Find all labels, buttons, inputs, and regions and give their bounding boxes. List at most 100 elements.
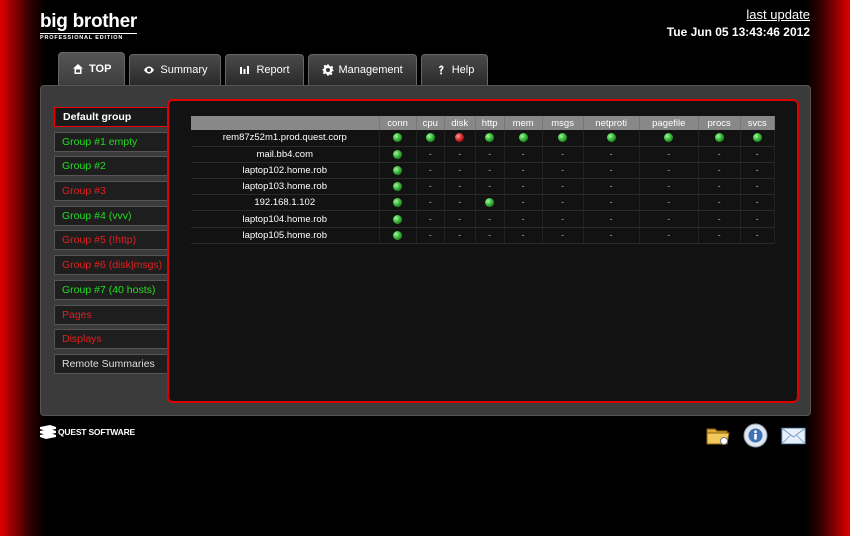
- group-item-4[interactable]: Group #4 (vvv): [54, 205, 169, 226]
- folder-icon[interactable]: [705, 423, 730, 448]
- status-green-icon[interactable]: [393, 165, 403, 175]
- status-cell[interactable]: [475, 130, 505, 147]
- no-data-marker: -: [755, 181, 759, 192]
- status-green-icon[interactable]: [752, 133, 762, 143]
- column-header[interactable]: msgs: [542, 116, 584, 130]
- no-data-marker: -: [521, 148, 525, 159]
- status-cell[interactable]: [639, 130, 699, 147]
- status-green-icon[interactable]: [393, 182, 403, 192]
- status-cell[interactable]: [444, 130, 476, 147]
- status-cell[interactable]: [583, 130, 640, 147]
- status-cell[interactable]: [379, 130, 417, 147]
- tab-label: Summary: [160, 64, 208, 76]
- status-cell[interactable]: [416, 130, 445, 147]
- status-cell[interactable]: [379, 178, 417, 196]
- group-item-5[interactable]: Group #5 (!http): [54, 230, 169, 251]
- status-cell: -: [504, 194, 543, 212]
- status-red-icon[interactable]: [455, 133, 465, 143]
- column-header[interactable]: cpu: [416, 116, 445, 130]
- mail-icon[interactable]: [781, 423, 806, 448]
- status-cell[interactable]: [379, 227, 417, 244]
- status-cell: -: [639, 162, 699, 180]
- host-name[interactable]: laptop103.home.rob: [191, 178, 380, 196]
- column-header[interactable]: svcs: [740, 116, 775, 130]
- no-data-marker: -: [488, 181, 492, 192]
- group-item-displays[interactable]: Displays: [54, 329, 169, 350]
- status-green-icon[interactable]: [393, 214, 403, 224]
- group-item-6[interactable]: Group #6 (disk|msgs): [54, 255, 169, 276]
- status-cell[interactable]: [740, 130, 775, 147]
- group-item-7[interactable]: Group #7 (40 hosts): [54, 279, 169, 300]
- group-item-default[interactable]: Default group: [54, 107, 169, 127]
- status-cell[interactable]: [542, 130, 584, 147]
- status-green-icon[interactable]: [393, 149, 403, 159]
- tab-report[interactable]: Report: [225, 54, 304, 85]
- status-cell[interactable]: [379, 146, 417, 163]
- tab-help[interactable]: Help: [420, 54, 489, 85]
- status-green-icon[interactable]: [485, 198, 495, 208]
- status-green-icon[interactable]: [558, 133, 568, 143]
- status-cell[interactable]: [698, 130, 741, 147]
- tab-summary[interactable]: Summary: [129, 54, 222, 85]
- no-data-marker: -: [521, 181, 525, 192]
- status-cell[interactable]: [504, 130, 543, 147]
- column-header[interactable]: disk: [444, 116, 476, 130]
- status-cell[interactable]: [475, 194, 505, 212]
- status-cell: -: [740, 146, 775, 163]
- status-green-icon[interactable]: [393, 133, 403, 143]
- table-row: mail.bb4.com - - - - - - - - -: [191, 146, 775, 163]
- status-green-icon[interactable]: [606, 133, 616, 143]
- column-header[interactable]: pagefile: [639, 116, 699, 130]
- host-name[interactable]: 192.168.1.102: [191, 194, 380, 212]
- tab-top[interactable]: TOP: [58, 52, 126, 85]
- table-row: laptop102.home.rob - - - - - - - - -: [191, 162, 775, 180]
- host-name[interactable]: laptop102.home.rob: [191, 162, 380, 180]
- status-green-icon[interactable]: [664, 133, 674, 143]
- host-name[interactable]: mail.bb4.com: [191, 146, 380, 163]
- status-cell[interactable]: [379, 162, 417, 180]
- status-cell[interactable]: [379, 210, 417, 228]
- column-header[interactable]: conn: [379, 116, 417, 130]
- status-green-icon[interactable]: [485, 133, 495, 143]
- status-green-icon[interactable]: [393, 198, 403, 208]
- column-header[interactable]: netproti: [583, 116, 640, 130]
- status-green-icon[interactable]: [425, 133, 435, 143]
- no-data-marker: -: [521, 229, 525, 240]
- host-name[interactable]: laptop104.home.rob: [191, 210, 380, 228]
- question-icon: [438, 65, 444, 75]
- status-green-icon[interactable]: [518, 133, 528, 143]
- info-icon[interactable]: [743, 423, 768, 448]
- last-update-link[interactable]: last update: [667, 7, 810, 23]
- brand-logo: big brother PROFESSIONAL EDITION: [40, 12, 137, 41]
- status-cell: -: [542, 162, 584, 180]
- no-data-marker: -: [717, 229, 721, 240]
- status-green-icon[interactable]: [393, 230, 403, 240]
- quest-logo-text: QUEST SOFTWARE: [58, 426, 136, 437]
- status-cell: -: [583, 146, 640, 163]
- status-cell: -: [583, 194, 640, 212]
- no-data-marker: -: [609, 181, 613, 192]
- column-header[interactable]: mem: [504, 116, 543, 130]
- group-item-3[interactable]: Group #3: [54, 181, 169, 202]
- host-name[interactable]: laptop105.home.rob: [191, 227, 380, 244]
- last-update-time: Tue Jun 05 13:43:46 2012: [666, 25, 810, 39]
- table-row: laptop104.home.rob - - - - - - - - -: [191, 210, 775, 228]
- column-header[interactable]: procs: [698, 116, 741, 130]
- host-name[interactable]: rem87z52m1.prod.quest.corp: [191, 130, 380, 147]
- status-cell: -: [639, 178, 699, 196]
- status-cell: -: [416, 162, 445, 180]
- status-green-icon[interactable]: [714, 133, 724, 143]
- footer-icons: [705, 423, 806, 448]
- no-data-marker: -: [717, 181, 721, 192]
- status-cell: -: [416, 178, 445, 196]
- status-cell: -: [583, 210, 640, 228]
- group-item-2[interactable]: Group #2: [54, 156, 169, 177]
- group-item-1[interactable]: Group #1 empty: [54, 131, 169, 152]
- eye-icon: [144, 66, 155, 74]
- status-cell: -: [504, 210, 543, 228]
- group-item-pages[interactable]: Pages: [54, 304, 169, 325]
- group-item-remote-summaries[interactable]: Remote Summaries: [54, 353, 169, 374]
- status-cell[interactable]: [379, 194, 417, 212]
- column-header[interactable]: http: [475, 116, 505, 130]
- tab-management[interactable]: Management: [307, 54, 417, 85]
